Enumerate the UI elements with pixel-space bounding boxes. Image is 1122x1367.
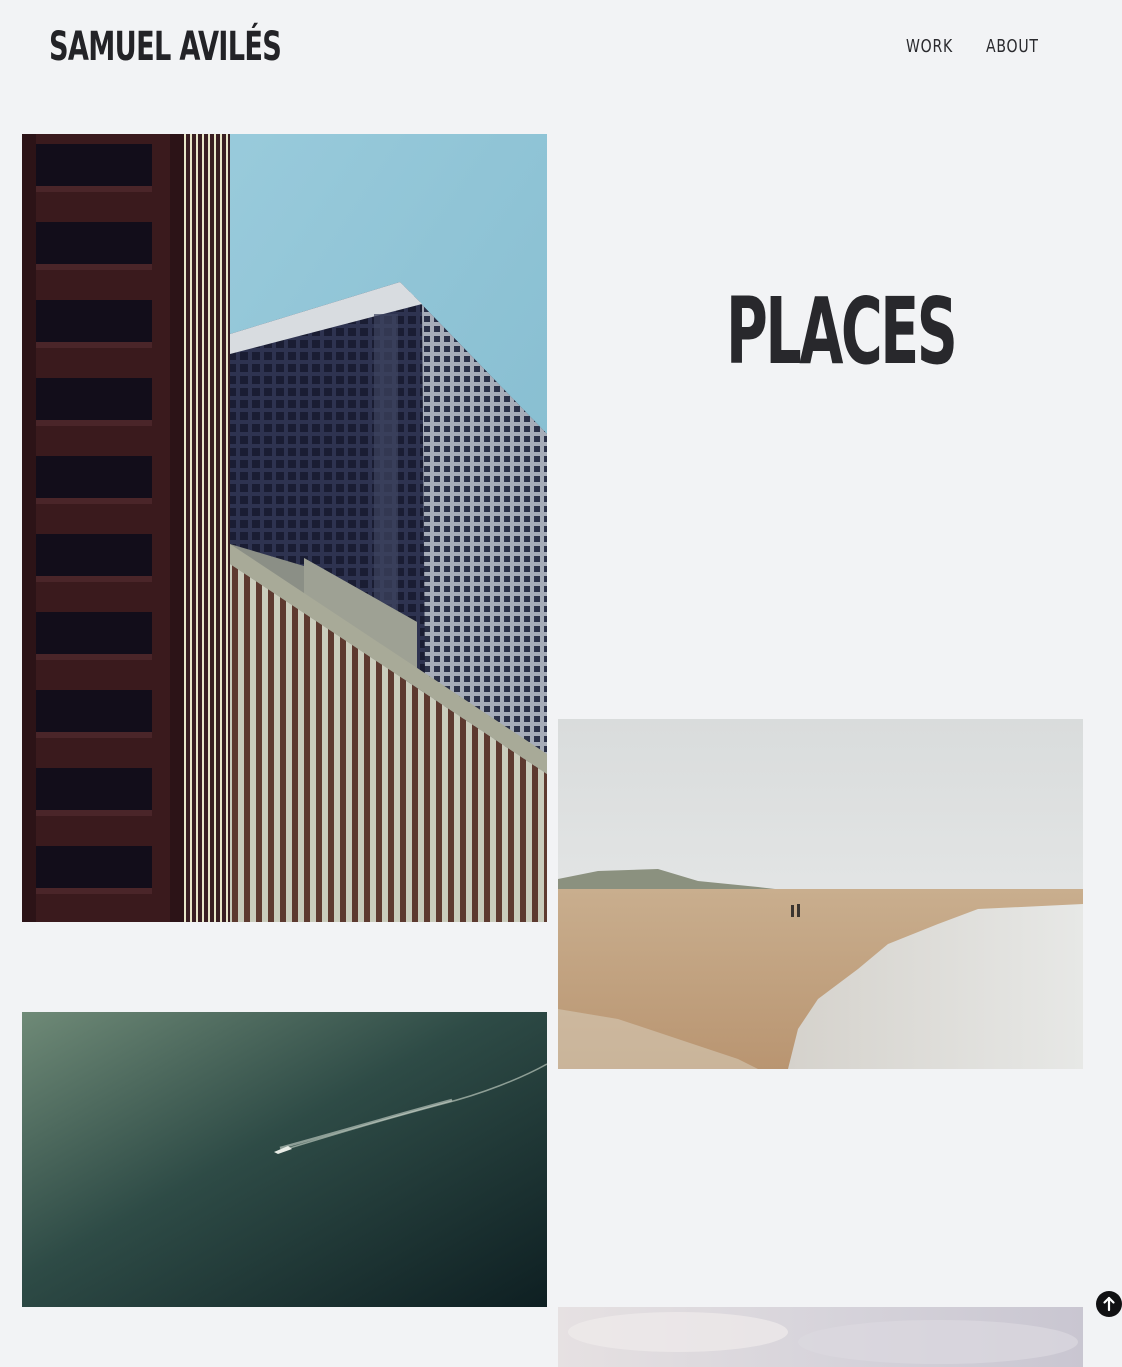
sky-image: [558, 1307, 1083, 1367]
photo-sea[interactable]: [22, 1012, 547, 1307]
photo-sky[interactable]: [558, 1307, 1083, 1367]
buildings-image: [22, 134, 547, 922]
back-to-top-button[interactable]: [1096, 1291, 1122, 1317]
sea-image: [22, 1012, 547, 1307]
arrow-up-icon: [1103, 1296, 1115, 1312]
section-title: PLACES: [726, 278, 958, 385]
photo-buildings[interactable]: [22, 134, 547, 922]
nav-link-work[interactable]: WORK: [906, 33, 953, 61]
beach-image: [558, 719, 1083, 1069]
site-title[interactable]: SAMUEL AVILÉS: [49, 23, 282, 71]
photo-beach[interactable]: [558, 719, 1083, 1069]
nav-link-about[interactable]: ABOUT: [986, 33, 1039, 61]
